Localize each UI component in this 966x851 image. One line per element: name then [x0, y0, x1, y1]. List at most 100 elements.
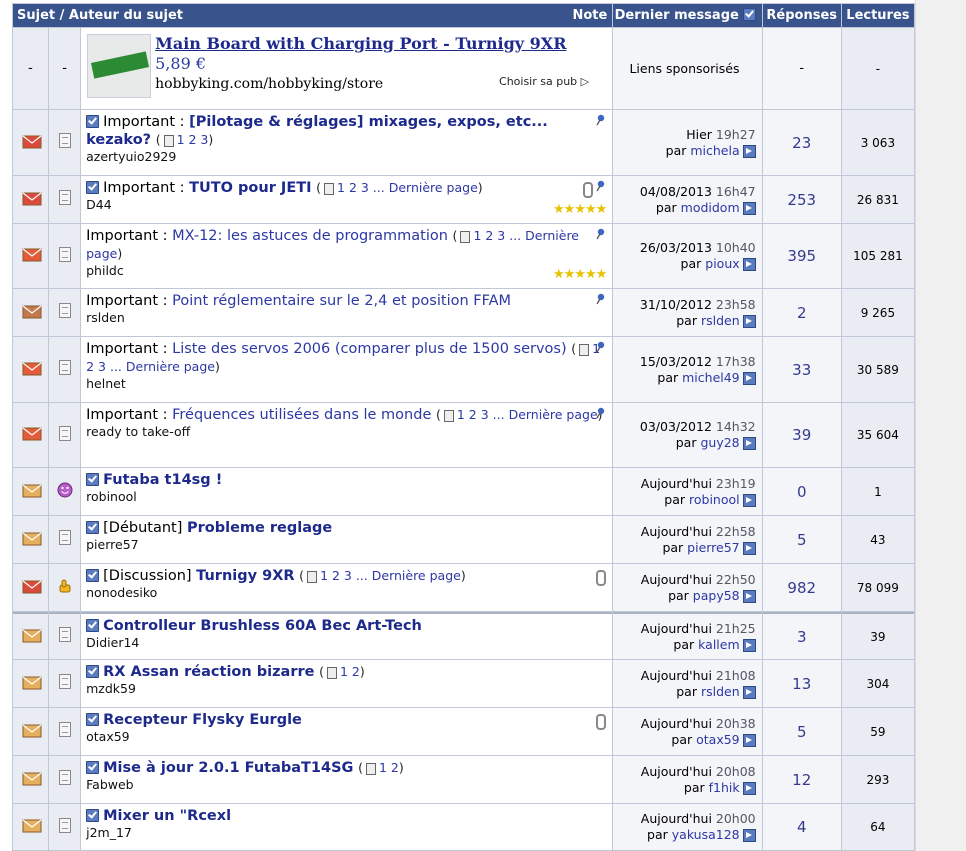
topic-author[interactable]: nonodesiko — [86, 585, 607, 601]
last-user-link[interactable]: robinool — [689, 492, 740, 507]
replies-count[interactable]: 13 — [762, 660, 841, 707]
topic-title-link[interactable]: Turnigy 9XR — [196, 568, 294, 584]
ad-image[interactable] — [87, 34, 152, 98]
last-user-link[interactable]: guy28 — [700, 435, 739, 450]
last-user-link[interactable]: michel49 — [682, 370, 740, 385]
header-views[interactable]: Lectures — [841, 4, 914, 27]
topic-title-link[interactable]: Mixer un "Rcexl — [103, 808, 231, 824]
last-user-link[interactable]: f1hik — [709, 780, 740, 795]
topic-row[interactable]: [Débutant] Probleme reglage pierre57 Aujou… — [13, 516, 914, 563]
replies-count[interactable]: 4 — [762, 804, 841, 850]
last-user-link[interactable]: pioux — [705, 256, 739, 271]
go-to-last-icon[interactable] — [742, 493, 756, 507]
topic-author[interactable]: pierre57 — [86, 537, 607, 553]
go-to-last-icon[interactable] — [742, 829, 756, 842]
checkbox-icon[interactable] — [86, 712, 100, 726]
last-user-link[interactable]: rslden — [701, 313, 740, 328]
topic-title-link[interactable]: Futaba t14sg ! — [103, 472, 222, 488]
last-page-link[interactable]: Dernière page — [389, 180, 478, 195]
topic-author[interactable]: helnet — [86, 376, 607, 392]
go-to-last-icon[interactable] — [742, 201, 756, 215]
sort-icon[interactable] — [743, 8, 757, 21]
last-user-link[interactable]: modidom — [681, 200, 740, 215]
sponsored-ad[interactable]: Main Board with Charging Port - Turnigy … — [87, 34, 594, 98]
go-to-last-icon[interactable] — [742, 371, 756, 385]
topic-row[interactable]: Futaba t14sg ! robinool Aujourd'hui 23h19 p… — [13, 468, 914, 515]
go-to-last-icon[interactable] — [742, 638, 756, 652]
topic-author[interactable]: rslden — [86, 310, 607, 326]
page-links[interactable]: 1 2 3 ... — [337, 180, 385, 195]
topic-row[interactable]: Important : Liste des servos 2006 (compa… — [13, 337, 914, 402]
checkbox-icon[interactable] — [86, 760, 100, 774]
go-to-last-icon[interactable] — [742, 144, 756, 158]
replies-count[interactable]: 5 — [762, 516, 841, 563]
topic-row[interactable]: RX Assan réaction bizarre (1 2) mzdk59 Auj… — [13, 660, 914, 707]
topic-title-link[interactable]: Point réglementaire sur le 2,4 et positi… — [172, 293, 511, 309]
last-user-link[interactable]: papy58 — [693, 588, 740, 603]
last-user-link[interactable]: kallem — [698, 637, 740, 652]
page-links[interactable]: 1 2 3 ... — [473, 228, 521, 243]
replies-count[interactable]: 395 — [762, 224, 841, 288]
page-links[interactable]: 1 2 — [340, 664, 360, 679]
replies-count[interactable]: 0 — [762, 468, 841, 515]
topic-title-link[interactable]: MX-12: les astuces de programmation — [172, 228, 448, 244]
replies-count[interactable]: 33 — [762, 337, 841, 402]
checkbox-icon[interactable] — [86, 618, 100, 632]
last-user-link[interactable]: yakusa128 — [672, 827, 740, 842]
last-user-link[interactable]: otax59 — [696, 732, 740, 747]
page-scrollbar[interactable] — [915, 0, 966, 851]
go-to-last-icon[interactable] — [742, 733, 756, 747]
go-to-last-icon[interactable] — [742, 541, 756, 555]
replies-count[interactable]: 39 — [762, 403, 841, 467]
topic-row[interactable]: Important : TUTO pour JETI (1 2 3 ... De… — [13, 176, 914, 223]
go-to-last-icon[interactable] — [742, 781, 756, 795]
go-to-last-icon[interactable] — [742, 314, 756, 328]
topic-row[interactable]: Mise à jour 2.0.1 FutabaT14SG (1 2) Fabwe… — [13, 756, 914, 803]
page-links[interactable]: 1 2 3 ... — [320, 568, 368, 583]
topic-author[interactable]: Didier14 — [86, 635, 607, 651]
topic-author[interactable]: ready to take-off — [86, 424, 607, 440]
topic-title-link[interactable]: RX Assan réaction bizarre — [103, 664, 314, 680]
topic-author[interactable]: azertyuio2929 — [86, 149, 607, 165]
checkbox-icon[interactable] — [86, 808, 100, 822]
topic-row[interactable]: Important : Fréquences utilisées dans le… — [13, 403, 914, 467]
topic-author[interactable]: robinool — [86, 489, 607, 505]
checkbox-icon[interactable] — [86, 568, 100, 582]
topic-row[interactable]: Important : Point réglementaire sur le 2… — [13, 289, 914, 336]
checkbox-icon[interactable] — [86, 180, 100, 194]
replies-count[interactable]: 3 — [762, 612, 841, 659]
last-page-link[interactable]: Dernière page — [509, 407, 598, 422]
topic-row[interactable]: Recepteur Flysky Eurgle otax59 Aujourd'hui… — [13, 708, 914, 755]
header-replies[interactable]: Réponses — [762, 4, 841, 27]
topic-title-link[interactable]: Mise à jour 2.0.1 FutabaT14SG — [103, 760, 353, 776]
topic-author[interactable]: phildc — [86, 263, 607, 279]
topic-author[interactable]: mzdk59 — [86, 681, 607, 697]
last-user-link[interactable]: rslden — [701, 684, 740, 699]
checkbox-icon[interactable] — [86, 472, 100, 486]
last-page-link[interactable]: Dernière page — [372, 568, 461, 583]
last-user-link[interactable]: michela — [690, 143, 739, 158]
go-to-last-icon[interactable] — [742, 685, 756, 699]
go-to-last-icon[interactable] — [742, 589, 756, 603]
replies-count[interactable]: 982 — [762, 564, 841, 611]
topic-row[interactable]: Controlleur Brushless 60A Bec Art-Tech Di… — [13, 612, 914, 659]
topic-title-link[interactable]: Fréquences utilisées dans le monde — [172, 407, 431, 423]
topic-title-link[interactable]: TUTO pour JETI — [189, 180, 311, 196]
topic-title-link[interactable]: Recepteur Flysky Eurgle — [103, 712, 302, 728]
header-subject[interactable]: Sujet / Auteur du sujet Note — [13, 4, 613, 27]
page-links[interactable]: 1 2 3 ... — [457, 407, 505, 422]
replies-count[interactable]: 253 — [762, 176, 841, 223]
topic-title-link[interactable]: Liste des servos 2006 (comparer plus de … — [172, 341, 567, 357]
header-last-message[interactable]: Dernier message — [613, 4, 762, 27]
topic-row[interactable]: Important : [Pilotage & réglages] mixage… — [13, 110, 914, 175]
last-page-link[interactable]: Dernière page — [126, 359, 215, 374]
replies-count[interactable]: 5 — [762, 708, 841, 755]
topic-title-link[interactable]: Probleme reglage — [187, 520, 332, 536]
replies-count[interactable]: 12 — [762, 756, 841, 803]
topic-author[interactable]: otax59 — [86, 729, 607, 745]
header-note[interactable]: Note — [572, 8, 607, 23]
topic-row[interactable]: Important : MX-12: les astuces de progra… — [13, 224, 914, 288]
last-user-link[interactable]: pierre57 — [687, 540, 739, 555]
checkbox-icon[interactable] — [86, 664, 100, 678]
ad-choice-link[interactable]: Choisir sa pub ▷ — [499, 75, 589, 88]
